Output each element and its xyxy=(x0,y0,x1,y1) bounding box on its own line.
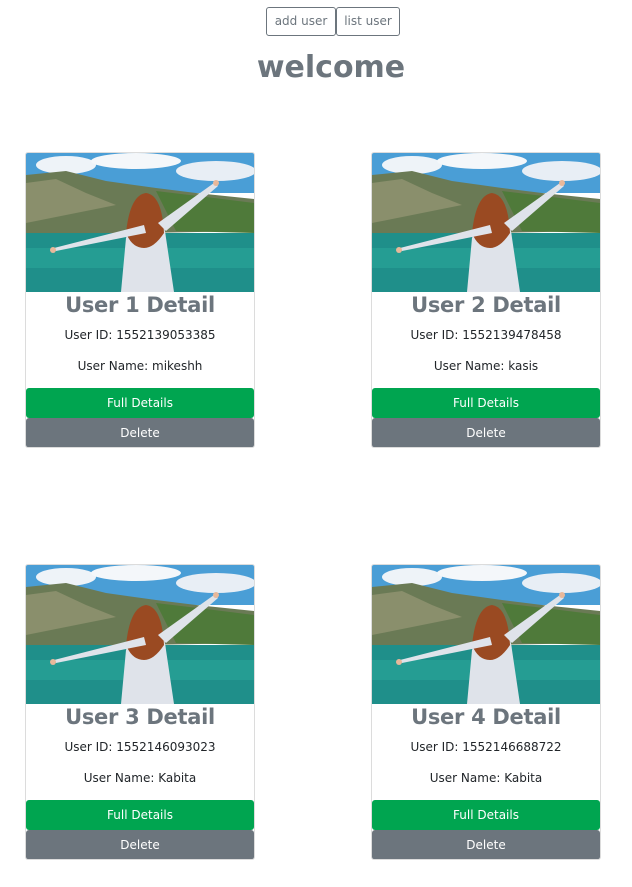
user-name-label: User Name: xyxy=(433,359,509,373)
user-card: User 1 Detail User ID: 1552139053385 Use… xyxy=(25,152,255,448)
user-name-label: User Name: xyxy=(83,771,159,785)
page: add user list user welcome User 1 Detail… xyxy=(0,0,632,887)
user-id-line: User ID: 1552146093023 xyxy=(26,740,254,754)
user-name-label: User Name: xyxy=(429,771,505,785)
top-nav: add user list user xyxy=(266,7,400,36)
user-id-value: 1552146688722 xyxy=(462,740,562,754)
user-id-value: 1552146093023 xyxy=(116,740,216,754)
card-title: User 3 Detail xyxy=(65,705,215,729)
card-title: User 4 Detail xyxy=(411,705,561,729)
user-id-line: User ID: 1552139053385 xyxy=(26,328,254,342)
list-user-button[interactable]: list user xyxy=(336,7,400,36)
delete-button[interactable]: Delete xyxy=(26,830,254,859)
user-photo xyxy=(372,565,600,704)
user-photo xyxy=(26,565,254,704)
user-id-label: User ID: xyxy=(64,740,117,754)
user-id-label: User ID: xyxy=(410,740,463,754)
user-photo xyxy=(372,153,600,292)
delete-button[interactable]: Delete xyxy=(372,830,600,859)
user-name-line: User Name: kasis xyxy=(372,359,600,373)
user-card: User 3 Detail User ID: 1552146093023 Use… xyxy=(25,564,255,860)
user-name-value: Kabita xyxy=(158,771,197,785)
user-photo xyxy=(26,153,254,292)
card-title: User 2 Detail xyxy=(411,293,561,317)
user-id-value: 1552139053385 xyxy=(116,328,216,342)
user-id-line: User ID: 1552139478458 xyxy=(372,328,600,342)
add-user-button[interactable]: add user xyxy=(266,7,336,36)
card-title: User 1 Detail xyxy=(65,293,215,317)
full-details-button[interactable]: Full Details xyxy=(372,800,600,830)
full-details-button[interactable]: Full Details xyxy=(26,800,254,830)
page-title: welcome xyxy=(256,50,406,85)
user-name-label: User Name: xyxy=(77,359,153,373)
user-id-label: User ID: xyxy=(410,328,463,342)
user-id-value: 1552139478458 xyxy=(462,328,562,342)
user-card: User 4 Detail User ID: 1552146688722 Use… xyxy=(371,564,601,860)
user-card: User 2 Detail User ID: 1552139478458 Use… xyxy=(371,152,601,448)
user-id-line: User ID: 1552146688722 xyxy=(372,740,600,754)
full-details-button[interactable]: Full Details xyxy=(26,388,254,418)
delete-button[interactable]: Delete xyxy=(372,418,600,447)
user-name-value: kasis xyxy=(508,359,539,373)
full-details-button[interactable]: Full Details xyxy=(372,388,600,418)
delete-button[interactable]: Delete xyxy=(26,418,254,447)
user-name-value: Kabita xyxy=(504,771,543,785)
user-name-line: User Name: Kabita xyxy=(372,771,600,785)
user-id-label: User ID: xyxy=(64,328,117,342)
user-name-line: User Name: mikeshh xyxy=(26,359,254,373)
user-name-value: mikeshh xyxy=(152,359,203,373)
user-name-line: User Name: Kabita xyxy=(26,771,254,785)
